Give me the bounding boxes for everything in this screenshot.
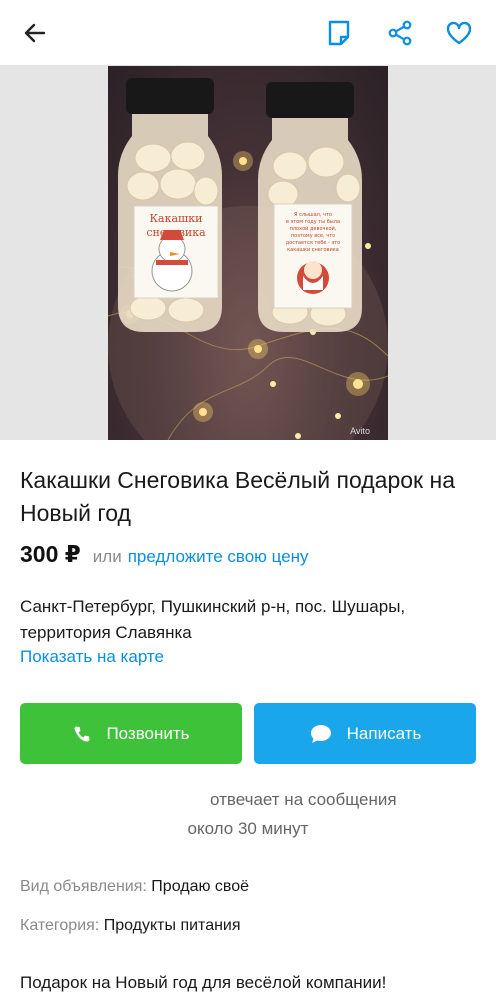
image-gallery[interactable]: Какашки снеговика Я слышал, что в этом г… bbox=[0, 66, 496, 440]
svg-text:достается тебе - это: достается тебе - это bbox=[286, 240, 340, 246]
write-button-label: Написать bbox=[346, 723, 422, 743]
show-on-map-link[interactable]: Показать на карте bbox=[20, 647, 164, 667]
offer-price-link[interactable]: предложите свою цену bbox=[128, 547, 309, 567]
param-key: Категория: bbox=[20, 917, 100, 934]
note-icon[interactable] bbox=[323, 17, 355, 49]
chat-bubble-icon bbox=[309, 723, 333, 745]
product-photo[interactable]: Какашки снеговика Я слышал, что в этом г… bbox=[108, 66, 388, 440]
address: Санкт-Петербург, Пушкинский р-н, пос. Шу… bbox=[20, 597, 406, 642]
share-icon[interactable] bbox=[384, 17, 416, 49]
param-category: Категория: Продукты питания bbox=[20, 917, 241, 935]
price: 300 ₽ bbox=[20, 541, 81, 567]
responds-line-2: около 30 минут bbox=[187, 819, 309, 838]
phone-icon bbox=[72, 724, 92, 744]
write-message-button[interactable]: Написать bbox=[254, 703, 476, 764]
back-arrow-icon[interactable] bbox=[19, 17, 51, 49]
param-value: Продукты питания bbox=[103, 917, 241, 934]
watermark: Avito bbox=[350, 426, 370, 436]
description: Подарок на Новый год для весёлой компани… bbox=[20, 973, 387, 992]
price-row: 300 ₽ или предложите свою цену bbox=[20, 541, 309, 568]
param-value: Продаю своё bbox=[151, 878, 250, 895]
top-app-bar bbox=[0, 0, 496, 66]
svg-text:какашки снеговика: какашки снеговика bbox=[287, 247, 339, 253]
svg-text:в этом году ты была: в этом году ты была bbox=[286, 219, 340, 225]
svg-text:поэтому все, что: поэтому все, что bbox=[291, 233, 335, 239]
call-button-label: Позвонить bbox=[106, 723, 190, 743]
responds-line-1: отвечает на сообщения bbox=[210, 790, 397, 809]
param-ad-type: Вид объявления: Продаю своё bbox=[20, 878, 249, 896]
call-button[interactable]: Позвонить bbox=[20, 703, 242, 764]
param-key: Вид объявления: bbox=[20, 878, 147, 895]
svg-text:Я слышал, что: Я слышал, что bbox=[294, 212, 332, 218]
listing-title: Какашки Снеговика Весёлый подарок на Нов… bbox=[20, 467, 455, 526]
left-label-line1: Какашки bbox=[150, 212, 203, 225]
svg-text:плохой девочкой,: плохой девочкой, bbox=[290, 225, 337, 232]
price-or-text: или bbox=[92, 547, 122, 566]
heart-icon[interactable] bbox=[443, 17, 475, 49]
